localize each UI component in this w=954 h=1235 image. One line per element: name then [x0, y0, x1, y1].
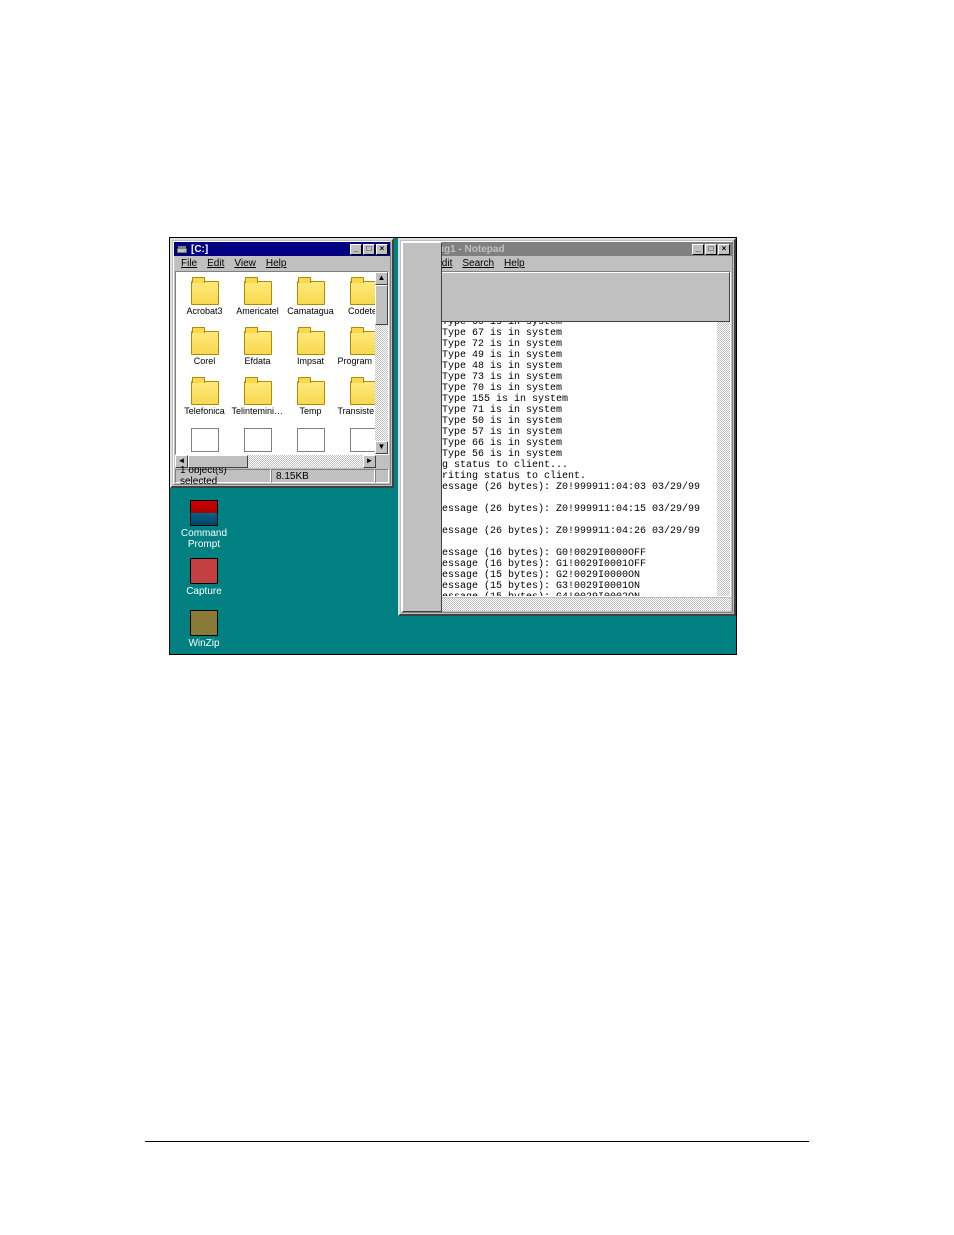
- file-icon-label: Program Files: [337, 356, 375, 366]
- explorer-icons-pane[interactable]: Acrobat3 Americatel Camatagua Codetel Corel E…: [176, 272, 375, 454]
- resize-grip[interactable]: [375, 469, 389, 483]
- folder-icon: [244, 281, 272, 305]
- notepad-hscroll[interactable]: ◄ ►: [403, 598, 731, 611]
- status-size: 8.15KB: [271, 469, 375, 483]
- notepad-menubar: File Edit Search Help: [402, 256, 732, 271]
- explorer-titlebar[interactable]: [C:] _ □ ×: [174, 242, 390, 256]
- desktop-icon-winzip[interactable]: WinZip: [174, 610, 234, 649]
- file-icon-label: Codetel: [347, 306, 375, 316]
- notepad-vscroll[interactable]: ▲ ▼: [717, 272, 730, 596]
- scroll-corner: [376, 455, 389, 468]
- folder-icon: [244, 381, 272, 405]
- file-icon[interactable]: Telefonica: [178, 375, 231, 425]
- file-icon[interactable]: Debug1: [337, 425, 375, 454]
- menu-edit[interactable]: Edit: [202, 258, 229, 269]
- folder-icon: [191, 281, 219, 305]
- status-selected: 1 object(s) selected: [175, 469, 271, 483]
- explorer-title: [C:]: [191, 244, 350, 255]
- minimize-button[interactable]: _: [350, 244, 362, 255]
- file-icon-label: Impsat: [296, 356, 325, 366]
- notepad-title: Debug1 - Notepad: [419, 244, 692, 255]
- desktop-icon-capture[interactable]: Capture: [174, 558, 234, 597]
- explorer-vscroll[interactable]: ▲ ▼: [375, 272, 388, 454]
- footer-rule: [145, 1141, 809, 1142]
- document-icon: [350, 428, 376, 452]
- explorer-hscroll[interactable]: ◄ ►: [175, 455, 389, 468]
- folder-icon: [297, 331, 325, 355]
- file-icon[interactable]: Program Files: [337, 325, 375, 375]
- folder-icon: [191, 331, 219, 355]
- document-icon: [191, 428, 219, 452]
- file-icon-label: Camatagua: [286, 306, 335, 316]
- winzip-icon: [190, 610, 218, 636]
- explorer-statusbar: 1 object(s) selected 8.15KB: [174, 468, 390, 484]
- menu-view[interactable]: View: [229, 258, 261, 269]
- explorer-window[interactable]: [C:] _ □ × File Edit View Help Acrobat3A…: [170, 238, 394, 488]
- file-icon[interactable]: Efdata: [231, 325, 284, 375]
- file-icon[interactable]: Autoexec.bat: [178, 425, 231, 454]
- file-icon[interactable]: Camatagua: [284, 275, 337, 325]
- file-icon[interactable]: Acrobat3: [178, 275, 231, 325]
- file-icon[interactable]: Corel: [178, 325, 231, 375]
- file-icon[interactable]: Codetel: [337, 275, 375, 325]
- folder-icon: [297, 381, 325, 405]
- notepad-titlebar[interactable]: Debug1 - Notepad _ □ ×: [402, 242, 732, 256]
- file-icon-label: Efdata: [243, 356, 271, 366]
- notepad-client: DeviceType 216 is in system DeviceType 9…: [403, 271, 731, 597]
- file-icon-label: Americatel: [235, 306, 280, 316]
- minimize-button[interactable]: _: [692, 244, 704, 255]
- file-icon[interactable]: Config.sys: [284, 425, 337, 454]
- menu-file[interactable]: File: [176, 258, 202, 269]
- file-icon-label: Corel: [193, 356, 217, 366]
- file-icon-label: Telinteminim...: [231, 406, 284, 416]
- scroll-down-button[interactable]: ▼: [375, 441, 388, 454]
- file-icon[interactable]: Americatel: [231, 275, 284, 325]
- drive-icon: [176, 243, 188, 255]
- explorer-menubar: File Edit View Help: [174, 256, 390, 271]
- file-icon[interactable]: Temp: [284, 375, 337, 425]
- maximize-button[interactable]: □: [363, 244, 375, 255]
- document-icon: [297, 428, 325, 452]
- file-icon[interactable]: Transistemas: [337, 375, 375, 425]
- folder-icon: [350, 381, 376, 405]
- file-icon[interactable]: boot.ini: [231, 425, 284, 454]
- msdos-icon: [190, 500, 218, 526]
- menu-help[interactable]: Help: [261, 258, 292, 269]
- menu-search[interactable]: Search: [457, 258, 499, 269]
- close-button[interactable]: ×: [718, 244, 730, 255]
- file-icon[interactable]: Impsat: [284, 325, 337, 375]
- desktop-icon-label: Capture: [186, 586, 222, 597]
- folder-icon: [244, 331, 272, 355]
- file-icon-label: Telefonica: [183, 406, 226, 416]
- file-icon[interactable]: Telinteminim...: [231, 375, 284, 425]
- menu-help[interactable]: Help: [499, 258, 530, 269]
- document-icon: [244, 428, 272, 452]
- file-icon-label: Temp: [298, 406, 322, 416]
- folder-icon: [350, 331, 376, 355]
- desktop: [C:] _ □ × File Edit View Help Acrobat3A…: [170, 238, 736, 654]
- close-button[interactable]: ×: [376, 244, 388, 255]
- file-icon-label: Transistemas: [337, 406, 375, 416]
- desktop-icon-label: WinZip: [188, 638, 219, 649]
- file-icon-label: Acrobat3: [185, 306, 223, 316]
- desktop-icon-label: Command Prompt: [174, 528, 234, 550]
- scroll-right-button[interactable]: ►: [363, 455, 376, 468]
- desktop-icon-command-prompt[interactable]: Command Prompt: [174, 500, 234, 550]
- notepad-window[interactable]: Debug1 - Notepad _ □ × File Edit Search …: [398, 238, 736, 616]
- folder-icon: [350, 281, 376, 305]
- maximize-button[interactable]: □: [705, 244, 717, 255]
- explorer-client: Acrobat3 Americatel Camatagua Codetel Corel E…: [175, 271, 389, 455]
- capture-icon: [190, 558, 218, 584]
- folder-icon: [191, 381, 219, 405]
- scroll-up-button[interactable]: ▲: [375, 272, 388, 285]
- folder-icon: [297, 281, 325, 305]
